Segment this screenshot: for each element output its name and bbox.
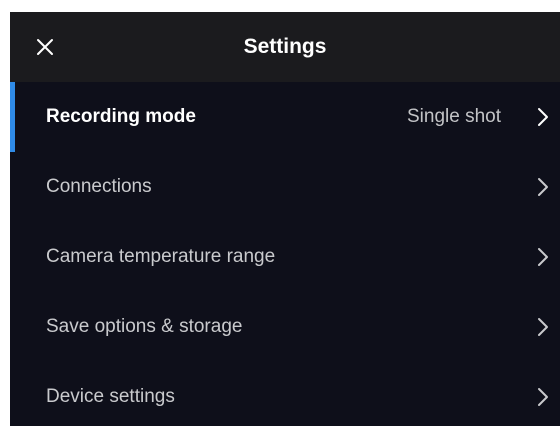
settings-list: Recording mode Single shot Connections C…	[10, 82, 560, 426]
close-icon	[37, 39, 53, 55]
settings-item-recording-mode[interactable]: Recording mode Single shot	[10, 82, 560, 152]
close-button[interactable]	[28, 30, 62, 64]
settings-item-save-options-storage[interactable]: Save options & storage	[10, 292, 560, 362]
settings-item-label: Recording mode	[46, 106, 196, 127]
settings-item-label: Save options & storage	[46, 316, 243, 337]
settings-item-label: Camera temperature range	[46, 246, 276, 267]
settings-item-camera-temperature-range[interactable]: Camera temperature range	[10, 222, 560, 292]
chevron-right-icon	[538, 318, 548, 336]
chevron-right-icon	[538, 388, 548, 406]
settings-item-label: Connections	[46, 176, 152, 197]
settings-item-connections[interactable]: Connections	[10, 152, 560, 222]
settings-item-value: Single shot	[406, 106, 501, 127]
settings-item-label: Device settings	[46, 386, 175, 407]
chevron-right-icon	[538, 178, 548, 196]
chevron-right-icon	[538, 248, 548, 266]
selection-indicator	[10, 82, 15, 152]
settings-header: Settings	[10, 12, 560, 82]
settings-panel: Settings Recording mode Single shot Conn…	[10, 12, 560, 426]
page-title: Settings	[243, 35, 327, 58]
chevron-right-icon	[538, 108, 548, 126]
settings-item-device-settings[interactable]: Device settings	[10, 362, 560, 426]
